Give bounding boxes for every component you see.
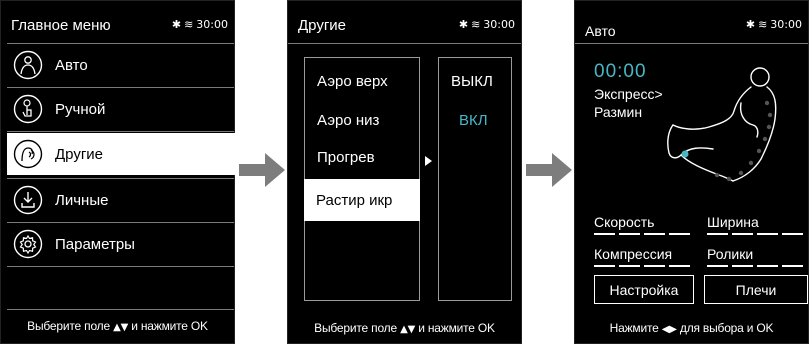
shoulders-button[interactable]: Плечи bbox=[704, 275, 808, 304]
up-down-arrows-icon: ▲▼ bbox=[113, 322, 129, 333]
caret-right-icon bbox=[425, 156, 432, 166]
menu-item-other[interactable]: Другие bbox=[7, 133, 236, 175]
bluetooth-icon: ✱ bbox=[458, 18, 469, 31]
option-heating[interactable]: Прогрев bbox=[317, 149, 375, 166]
other-screen: Другие ✱ ≋ 30:00 Аэро верх Аэро низ Прог… bbox=[287, 0, 522, 344]
divider bbox=[7, 266, 234, 267]
menu-item-auto[interactable]: Авто bbox=[7, 44, 236, 86]
speed-level[interactable] bbox=[594, 233, 690, 235]
program-stage: Размин bbox=[594, 104, 643, 120]
divider bbox=[575, 43, 808, 44]
session-timer: 00:00 bbox=[594, 61, 647, 82]
up-down-arrows-icon: ▲▼ bbox=[400, 324, 416, 335]
rollers-label: Ролики bbox=[707, 246, 754, 262]
menu-item-label: Личные bbox=[55, 191, 109, 209]
left-right-arrows-icon: ◀▶ bbox=[661, 324, 677, 335]
compression-level[interactable] bbox=[594, 265, 690, 267]
value-on[interactable]: ВКЛ bbox=[459, 112, 488, 129]
compression-label: Компрессия bbox=[594, 246, 673, 262]
auto-screen: Авто ✱ ≋ 30:00 00:00 Экспресс> Размин Ск… bbox=[574, 0, 809, 344]
option-calf-rub[interactable]: Растир икр bbox=[304, 179, 420, 221]
status-time: 30:00 bbox=[483, 18, 515, 31]
screen-title: Главное меню bbox=[11, 17, 111, 34]
menu-item-label: Авто bbox=[55, 56, 88, 74]
option-aero-top[interactable]: Аэро верх bbox=[317, 73, 388, 90]
status-bar: ✱ ≋ 30:00 bbox=[172, 18, 228, 31]
status-bar: ✱ ≋ 30:00 bbox=[746, 18, 802, 31]
bluetooth-icon: ✱ bbox=[745, 18, 756, 31]
speed-label: Скорость bbox=[594, 214, 655, 230]
hand-touch-icon bbox=[13, 94, 43, 124]
bluetooth-icon: ✱ bbox=[171, 18, 182, 31]
menu-item-label: Параметры bbox=[55, 235, 135, 253]
bottom-hint: Нажмите ◀▶ для выбора и OK bbox=[609, 321, 774, 335]
gear-icon bbox=[13, 229, 43, 259]
setup-button[interactable]: Настройка bbox=[594, 275, 694, 304]
bottom-hint: Выберите поле ▲▼ и нажмите OK bbox=[27, 319, 208, 333]
divider bbox=[7, 309, 234, 310]
value-off[interactable]: ВЫКЛ bbox=[451, 73, 493, 90]
status-bar: ✱ ≋ 30:00 bbox=[459, 18, 515, 31]
screen-title: Авто bbox=[585, 23, 616, 39]
screen-title: Другие bbox=[298, 17, 347, 34]
width-level[interactable] bbox=[707, 233, 803, 235]
reclining-body-icon bbox=[667, 67, 777, 182]
divider bbox=[288, 43, 521, 44]
menu-item-personal[interactable]: Личные bbox=[7, 179, 236, 221]
flow-arrow-icon bbox=[239, 153, 285, 187]
download-icon bbox=[13, 185, 43, 215]
head-waves-icon bbox=[13, 139, 43, 169]
wave-signal-icon: ≋ bbox=[758, 18, 768, 31]
menu-item-label: Другие bbox=[55, 145, 104, 163]
bottom-hint: Выберите поле ▲▼ и нажмите OK bbox=[314, 321, 495, 335]
option-aero-bottom[interactable]: Аэро низ bbox=[317, 112, 379, 129]
wave-signal-icon: ≋ bbox=[471, 18, 481, 31]
values-panel bbox=[438, 57, 512, 301]
status-time: 30:00 bbox=[196, 18, 228, 31]
wave-signal-icon: ≋ bbox=[184, 18, 194, 31]
program-name: Экспресс> bbox=[594, 86, 663, 102]
menu-item-manual[interactable]: Ручной bbox=[7, 88, 236, 130]
body-silhouette-icon bbox=[13, 50, 43, 80]
width-label: Ширина bbox=[707, 214, 759, 230]
menu-item-label: Ручной bbox=[55, 100, 106, 118]
main-menu-screen: Главное меню ✱ ≋ 30:00 Авто Ручной Други… bbox=[0, 0, 236, 344]
flow-arrow-icon bbox=[526, 153, 572, 187]
menu-item-settings[interactable]: Параметры bbox=[7, 223, 236, 265]
divider bbox=[7, 131, 234, 132]
status-time: 30:00 bbox=[770, 18, 802, 31]
rollers-level[interactable] bbox=[707, 265, 803, 267]
